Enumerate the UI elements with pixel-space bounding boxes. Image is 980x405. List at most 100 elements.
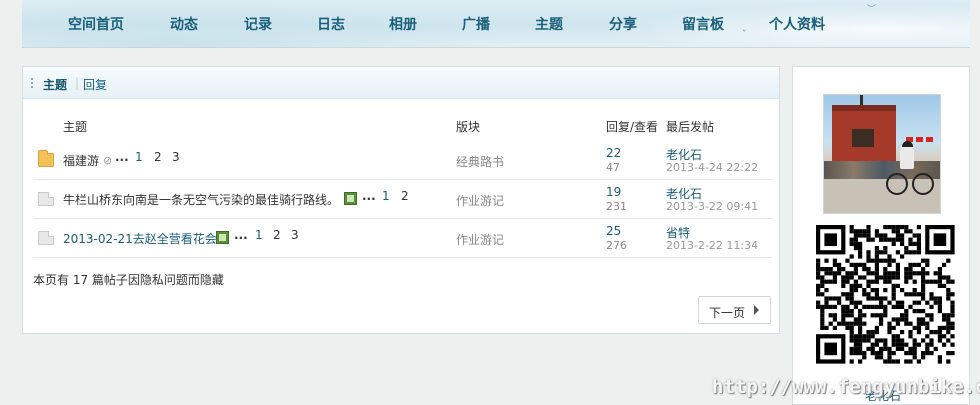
qr-module	[862, 229, 867, 234]
next-page-button[interactable]: 下一页	[698, 296, 771, 324]
forum-name[interactable]: 作业游记	[456, 192, 504, 209]
qr-module	[824, 325, 829, 330]
qr-module	[879, 346, 884, 351]
view-count: 47	[606, 161, 620, 174]
qr-module	[820, 283, 825, 288]
reply-count[interactable]: 22	[606, 146, 621, 160]
nav-topics[interactable]: 主题	[535, 14, 563, 34]
qr-module	[874, 258, 879, 263]
qr-module	[895, 342, 900, 347]
page-link[interactable]: 1	[382, 189, 390, 203]
qr-module	[946, 338, 951, 343]
thread-title[interactable]: 牛栏山桥东向南是一条无空气污染的最佳骑行路线。	[63, 191, 339, 208]
page-link[interactable]: 3	[291, 228, 299, 242]
qr-module	[832, 313, 837, 318]
qr-module	[950, 300, 955, 305]
nav-guestbook[interactable]: 留言板	[682, 14, 724, 34]
thread-title[interactable]: 2013-02-21去赵全营看花会	[63, 230, 217, 247]
qr-module	[891, 334, 896, 339]
nav-profile[interactable]: 个人资料	[769, 14, 825, 34]
qr-module	[858, 300, 863, 305]
qr-module	[916, 359, 921, 364]
qr-module	[950, 292, 955, 297]
qr-module	[946, 351, 951, 356]
qr-module	[820, 279, 825, 284]
qr-module	[858, 283, 863, 288]
reply-count[interactable]: 25	[606, 224, 621, 238]
qr-module	[862, 262, 867, 267]
nav-share[interactable]: 分享	[609, 14, 637, 34]
qr-module	[874, 271, 879, 276]
forum-name[interactable]: 作业游记	[456, 231, 504, 248]
next-page-label: 下一页	[709, 306, 746, 320]
page-link[interactable]: 2	[273, 228, 281, 242]
qr-module	[820, 313, 825, 318]
qr-module	[870, 351, 875, 356]
last-post-time: 2013-3-22 09:41	[666, 200, 759, 213]
qr-module	[904, 359, 909, 364]
qr-finder	[933, 233, 947, 246]
qr-module	[895, 225, 900, 230]
qr-module	[849, 271, 854, 276]
qr-module	[900, 313, 905, 318]
qr-module	[845, 325, 850, 330]
qr-module	[908, 237, 913, 242]
qr-module	[883, 267, 888, 272]
qr-module	[937, 271, 942, 276]
qr-module	[874, 275, 879, 280]
qr-module	[925, 334, 930, 339]
reply-count[interactable]: 19	[606, 185, 621, 199]
qr-module	[853, 342, 858, 347]
qr-module	[895, 262, 900, 267]
qr-module	[900, 300, 905, 305]
qr-module	[866, 254, 871, 259]
qr-module	[887, 237, 892, 242]
nav-album[interactable]: 相册	[389, 14, 417, 34]
page-link[interactable]: 2	[401, 189, 409, 203]
qr-module	[925, 271, 930, 276]
page-link[interactable]: 3	[172, 150, 180, 164]
qr-module	[937, 334, 942, 339]
forum-name[interactable]: 经典路书	[456, 153, 504, 170]
qr-module	[841, 279, 846, 284]
qr-module	[904, 342, 909, 347]
nav-blog[interactable]: 日志	[317, 14, 345, 34]
qr-module	[824, 258, 829, 263]
photo-flag	[916, 137, 923, 142]
qr-module	[874, 355, 879, 360]
qr-module	[895, 250, 900, 255]
nav-records[interactable]: 记录	[244, 14, 272, 34]
page-link[interactable]: 2	[154, 150, 162, 164]
qr-module	[912, 288, 917, 293]
qr-module	[816, 258, 821, 263]
qr-module	[891, 288, 896, 293]
qr-module	[862, 351, 867, 356]
qr-module	[862, 355, 867, 360]
page-link[interactable]: 1	[255, 228, 263, 242]
qr-module	[874, 233, 879, 238]
qr-module	[866, 304, 871, 309]
qr-module	[866, 250, 871, 255]
tab-replies[interactable]: 回复	[83, 76, 107, 93]
nav-feed[interactable]: 动态	[170, 14, 198, 34]
qr-finder	[824, 342, 837, 356]
thread-title[interactable]: 福建游	[63, 152, 99, 169]
qr-module	[916, 250, 921, 255]
qr-module	[849, 262, 854, 267]
tab-topics[interactable]: 主题	[43, 76, 67, 93]
qr-module	[937, 338, 942, 343]
qr-module	[849, 275, 854, 280]
topics-panel: 主题 | 回复 主题 版块 回复/查看 最后发帖 福建游 ⊘ ... 1 2 3…	[22, 66, 780, 334]
qr-module	[866, 330, 871, 335]
qr-module	[933, 296, 938, 301]
nav-broadcast[interactable]: 广播	[462, 14, 490, 34]
qr-module	[933, 300, 938, 305]
page-link[interactable]: 1	[135, 150, 143, 164]
qr-module	[824, 267, 829, 272]
qr-module	[904, 246, 909, 251]
avatar-photo[interactable]	[823, 94, 941, 214]
nav-home[interactable]: 空间首页	[68, 14, 124, 34]
qr-module	[862, 334, 867, 339]
qr-module	[916, 325, 921, 330]
qr-module	[937, 309, 942, 314]
